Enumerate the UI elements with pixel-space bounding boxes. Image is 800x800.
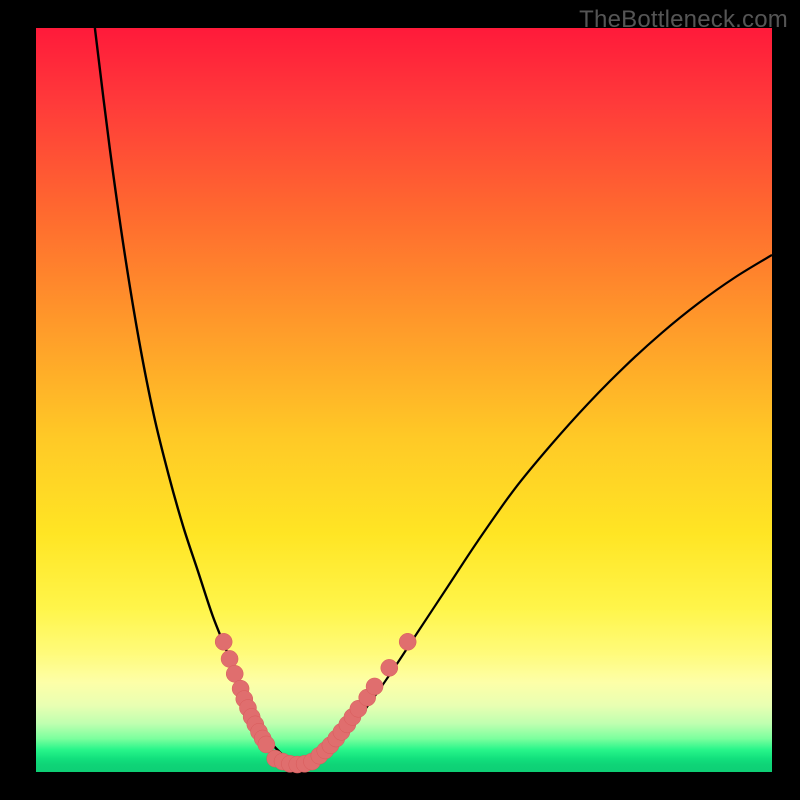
curve-left — [95, 28, 294, 765]
data-point — [366, 678, 383, 695]
curve-right — [294, 255, 772, 765]
scatter-dots — [215, 633, 416, 773]
data-point — [215, 633, 232, 650]
chart-frame: TheBottleneck.com — [0, 0, 800, 800]
plot-area — [36, 28, 772, 772]
data-point — [221, 650, 238, 667]
data-point — [226, 665, 243, 682]
curve-group — [95, 28, 772, 765]
chart-svg — [36, 28, 772, 772]
data-point — [381, 659, 398, 676]
data-point — [399, 633, 416, 650]
